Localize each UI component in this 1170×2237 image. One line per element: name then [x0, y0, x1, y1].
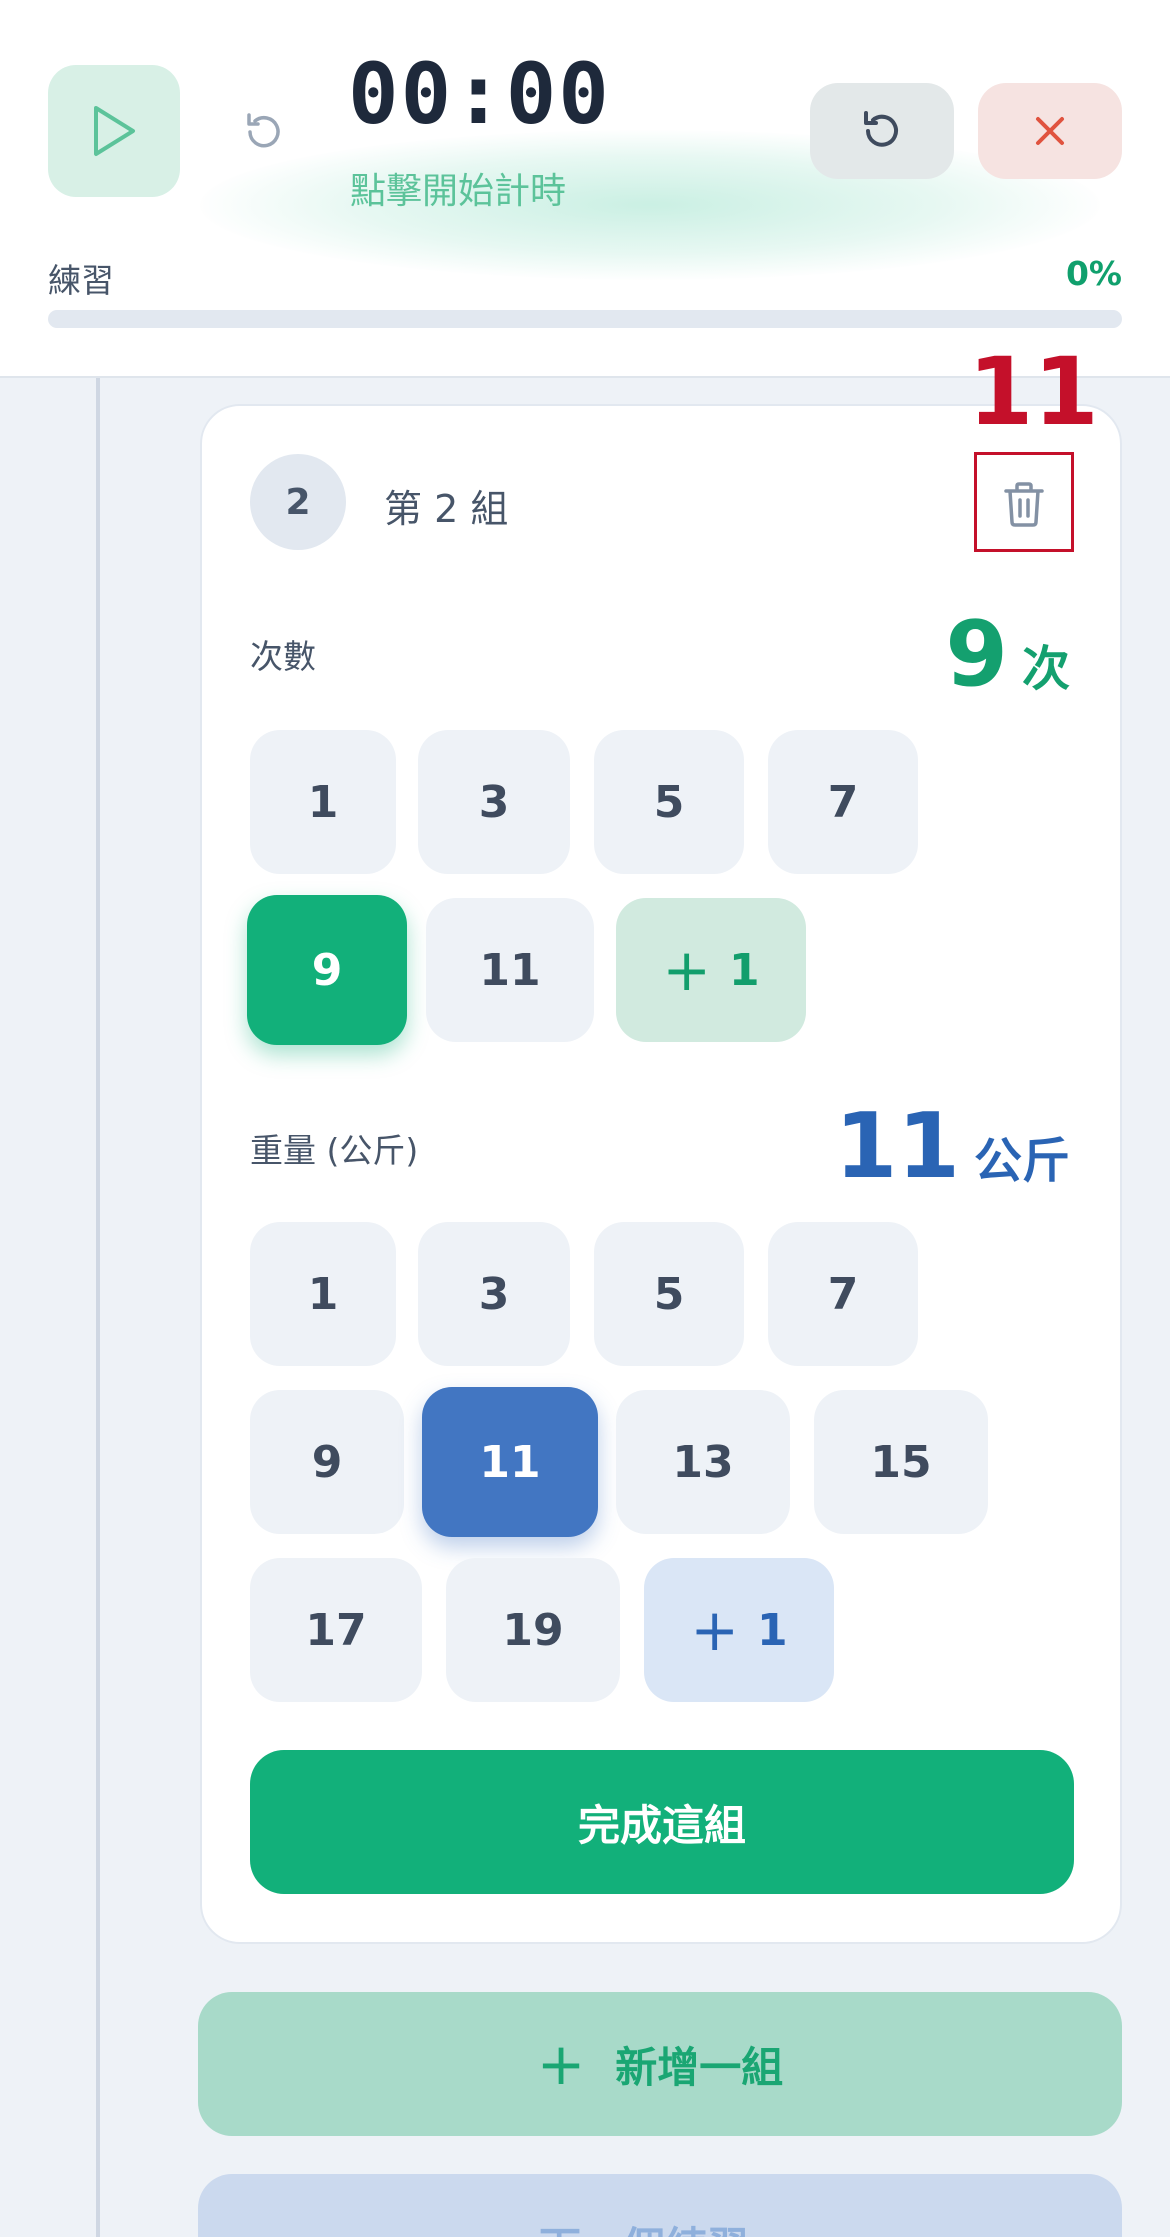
plus-icon: + — [662, 936, 711, 1004]
reps-label: 次數 — [250, 637, 316, 676]
reps-option[interactable]: 11 — [426, 898, 594, 1042]
weight-option[interactable]: 1 — [250, 1222, 396, 1366]
weight-option[interactable]: 17 — [250, 1558, 422, 1702]
add-set-button[interactable]: + 新增一組 — [198, 1992, 1122, 2136]
reps-option-selected[interactable]: 9 — [247, 895, 407, 1045]
weight-increment-button[interactable]: + 1 — [644, 1558, 834, 1702]
timer-header: 00:00 點擊開始計時 練習 0% — [0, 0, 1170, 378]
next-exercise-label: 下一個練習 › — [539, 2214, 781, 2237]
annotation-label: 11 — [968, 338, 1099, 447]
set-title: 第 2 組 — [384, 487, 509, 531]
plus-icon: + — [690, 1596, 739, 1664]
set-card: 2 第 2 組 次數 9 次 1 3 5 7 9 11 + 1 重量 (公斤) … — [200, 404, 1122, 1944]
next-exercise-button[interactable]: 下一個練習 › — [198, 2174, 1122, 2237]
complete-set-button[interactable]: 完成這組 — [250, 1750, 1074, 1894]
reps-option[interactable]: 3 — [418, 730, 570, 874]
reps-option[interactable]: 1 — [250, 730, 396, 874]
reps-increment-label: 1 — [728, 944, 760, 996]
close-button[interactable] — [978, 83, 1122, 179]
reset-icon — [864, 111, 898, 147]
reps-option[interactable]: 5 — [594, 730, 744, 874]
timeline-rail — [96, 378, 100, 2237]
reps-value: 9 — [945, 602, 1008, 707]
undo-icon — [247, 113, 280, 148]
progress-label: 練習 — [48, 261, 114, 300]
progress-percent: 0% — [1065, 254, 1122, 293]
annotation-highlight-box — [974, 452, 1074, 552]
timer-display: 00:00 — [348, 45, 611, 143]
timer-glow — [200, 130, 1100, 280]
reps-unit: 次 — [1021, 641, 1070, 697]
undo-button[interactable] — [236, 104, 292, 160]
timer-hint: 點擊開始計時 — [350, 171, 567, 212]
reps-option[interactable]: 7 — [768, 730, 918, 874]
weight-value-display: 11 公斤 — [835, 1102, 1070, 1192]
weight-unit: 公斤 — [973, 1133, 1070, 1189]
set-number-badge: 2 — [250, 454, 346, 550]
reps-value-display: 9 次 — [945, 610, 1070, 700]
weight-option[interactable]: 7 — [768, 1222, 918, 1366]
close-icon — [1036, 117, 1064, 145]
play-button[interactable] — [48, 65, 180, 197]
weight-option[interactable]: 9 — [250, 1390, 404, 1534]
weight-option[interactable]: 15 — [814, 1390, 988, 1534]
plus-icon: + — [536, 2030, 586, 2098]
weight-value: 11 — [834, 1094, 960, 1199]
weight-option[interactable]: 3 — [418, 1222, 570, 1366]
reps-increment-button[interactable]: + 1 — [616, 898, 806, 1042]
play-icon — [94, 106, 135, 156]
weight-option[interactable]: 13 — [616, 1390, 790, 1534]
progress-bar — [48, 310, 1122, 328]
weight-option-selected[interactable]: 11 — [422, 1387, 598, 1537]
add-set-label: 新增一組 — [615, 2042, 784, 2092]
weight-label: 重量 (公斤) — [250, 1131, 419, 1170]
weight-option[interactable]: 19 — [446, 1558, 620, 1702]
reset-button[interactable] — [810, 83, 954, 179]
weight-increment-label: 1 — [756, 1604, 788, 1656]
weight-option[interactable]: 5 — [594, 1222, 744, 1366]
